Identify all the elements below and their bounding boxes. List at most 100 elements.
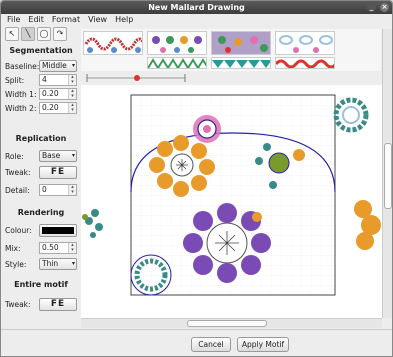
menu-format[interactable]: Format [52, 14, 80, 26]
motif-tweak-label: Tweak: [5, 299, 31, 309]
window-title: New Mallard Drawing [148, 3, 245, 12]
split-input[interactable]: 4 ▴ ▾ [39, 74, 77, 86]
vertical-scrollbar[interactable] [382, 29, 392, 318]
chevron-down-icon: ▾ [71, 62, 75, 69]
width1-label: Width 1: [5, 89, 37, 99]
teal-sprig-motif[interactable] [82, 209, 103, 238]
role-value: Base [42, 151, 61, 160]
rendering-heading: Rendering [17, 208, 65, 217]
width2-value: 0.20 [42, 103, 59, 112]
pattern-preview [212, 60, 270, 68]
motif-tweak-row: Tweak: FE [5, 297, 79, 311]
menu-edit[interactable]: Edit [28, 14, 44, 26]
entire-motif-heading: Entire motif [14, 280, 68, 289]
detail-value: 0 [42, 185, 47, 194]
title-bar: New Mallard Drawing _ × [1, 1, 392, 14]
detail-input[interactable]: 0 ▴ ▾ [39, 184, 77, 196]
spinner-icon[interactable]: ▴ ▾ [68, 75, 76, 85]
menu-file[interactable]: File [7, 14, 20, 26]
chevron-down-icon: ▾ [71, 260, 75, 267]
role-select[interactable]: Base ▾ [39, 150, 77, 162]
app-window: New Mallard Drawing _ × File Edit Format… [0, 0, 393, 357]
close-icon[interactable]: × [380, 3, 389, 12]
mix-row: Mix: 0.50 ▴ ▾ [5, 242, 79, 254]
mix-value: 0.50 [42, 243, 59, 252]
pattern-preview [279, 35, 333, 53]
spinner-icon[interactable]: ▴ ▾ [68, 243, 76, 253]
pattern-preview [218, 36, 268, 53]
slider-track [86, 74, 186, 82]
pattern-thumbnail[interactable] [275, 31, 335, 55]
properties-panel: Segmentation Baseline: Middle ▾ Split: 4 ▴… [1, 42, 81, 318]
baseline-select[interactable]: Middle ▾ [39, 60, 77, 72]
dialog-buttons: Cancel Apply Motif [1, 329, 392, 356]
motif-tweak-button[interactable]: FE [39, 297, 77, 311]
tool-palette: ↖ ╲ ◯ ↷ [5, 27, 75, 41]
pink-flower-motif[interactable] [193, 115, 221, 143]
colour-label: Colour: [5, 225, 32, 235]
pattern-preview [84, 37, 142, 53]
segmentation-heading: Segmentation [9, 46, 73, 55]
style-row: Style: Thin ▾ [5, 258, 79, 270]
tweak-label: Tweak: [5, 167, 31, 177]
pattern-preview [152, 36, 202, 53]
width2-label: Width 2: [5, 103, 37, 113]
purple-flower-motif[interactable] [183, 203, 271, 283]
orange-partial-motif[interactable] [354, 200, 381, 250]
spinner-icon[interactable]: ▴ ▾ [68, 103, 76, 113]
menu-help[interactable]: Help [115, 14, 133, 26]
split-row: Split: 4 ▴ ▾ [5, 74, 79, 86]
width1-input[interactable]: 0.20 ▴ ▾ [39, 88, 77, 100]
apply-motif-button[interactable]: Apply Motif [237, 337, 289, 352]
pattern-preview [276, 59, 334, 68]
menu-view[interactable]: View [88, 14, 107, 26]
role-label: Role: [5, 151, 24, 161]
colour-button[interactable] [39, 223, 77, 237]
mix-label: Mix: [5, 243, 21, 253]
colour-swatch [42, 226, 74, 234]
horizontal-scroll-thumb[interactable] [187, 320, 267, 327]
menu-bar: File Edit Format View Help [1, 14, 392, 26]
slider-handle-icon[interactable] [134, 75, 140, 81]
spinner-icon[interactable]: ▴ ▾ [68, 185, 76, 195]
tweak-row: Tweak: FE [5, 165, 79, 179]
canvas-drawing [82, 94, 381, 296]
pattern-thumbnail[interactable] [211, 57, 271, 69]
circle-tool-icon[interactable]: ◯ [37, 27, 51, 41]
style-label: Style: [5, 259, 27, 269]
detail-label: Detail: [5, 185, 30, 195]
curve-tool-icon[interactable]: ↷ [53, 27, 67, 41]
split-value: 4 [42, 75, 47, 84]
width1-value: 0.20 [42, 89, 59, 98]
pattern-thumbnail[interactable] [147, 31, 207, 55]
vertical-scroll-thumb[interactable] [384, 143, 392, 209]
pattern-gallery [81, 29, 381, 71]
split-label: Split: [5, 75, 25, 85]
pattern-thumbnail[interactable] [147, 57, 207, 69]
zoom-slider[interactable] [85, 71, 195, 85]
mix-input[interactable]: 0.50 ▴ ▾ [39, 242, 77, 254]
line-tool-icon[interactable]: ╲ [21, 27, 35, 41]
pattern-thumbnail[interactable] [211, 31, 271, 55]
pattern-thumbnail[interactable] [275, 57, 335, 69]
cancel-button[interactable]: Cancel [191, 337, 231, 352]
width1-row: Width 1: 0.20 ▴ ▾ [5, 88, 79, 100]
pointer-tool-icon[interactable]: ↖ [5, 27, 19, 41]
baseline-label: Baseline: [5, 61, 40, 71]
minimize-icon[interactable]: _ [367, 3, 376, 12]
horizontal-scrollbar[interactable] [81, 318, 382, 328]
style-value: Thin [42, 259, 59, 268]
drawing-canvas[interactable] [81, 85, 382, 318]
width2-input[interactable]: 0.20 ▴ ▾ [39, 102, 77, 114]
teal-ornament-motif[interactable] [333, 97, 369, 133]
pattern-thumbnail[interactable] [83, 31, 143, 55]
role-row: Role: Base ▾ [5, 150, 79, 162]
tweak-button[interactable]: FE [39, 165, 77, 179]
baseline-value: Middle [42, 61, 67, 70]
pattern-preview [148, 58, 206, 68]
spinner-icon[interactable]: ▴ ▾ [68, 89, 76, 99]
baseline-row: Baseline: Middle ▾ [5, 60, 79, 72]
width2-row: Width 2: 0.20 ▴ ▾ [5, 102, 79, 114]
chevron-down-icon: ▾ [71, 152, 75, 159]
style-select[interactable]: Thin ▾ [39, 258, 77, 270]
